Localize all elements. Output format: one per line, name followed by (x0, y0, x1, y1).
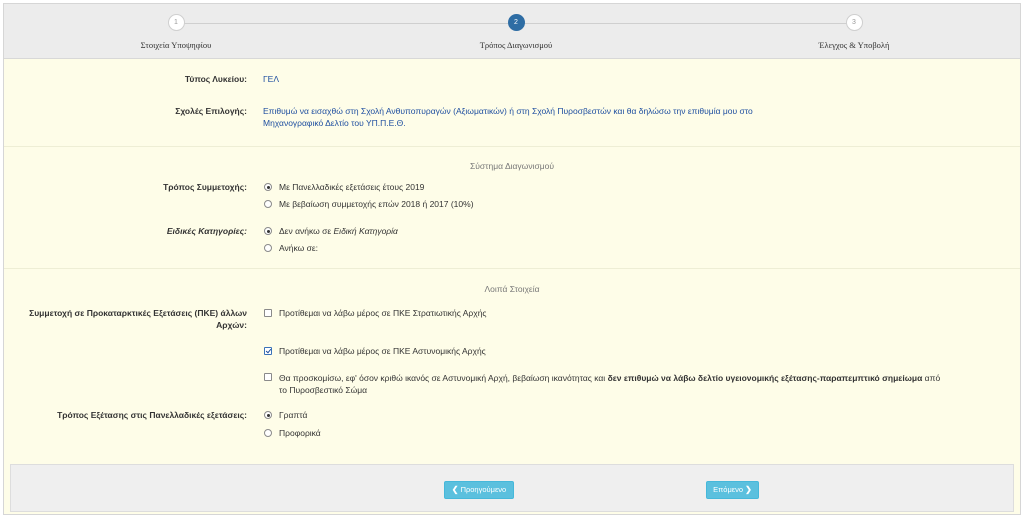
previous-button[interactable]: ❮ Προηγούμενο (444, 481, 514, 499)
checkbox[interactable] (264, 309, 272, 317)
step-1[interactable]: 1 Στοιχεία Υποψηφίου (56, 14, 296, 50)
category-option-none[interactable]: Δεν ανήκω σε Ειδική Κατηγορία (264, 226, 398, 237)
exam-system-section: Σύστημα Διαγωνισμού Τρόπος Συμμετοχής: Μ… (4, 147, 1020, 269)
chevron-left-icon: ❮ (451, 485, 459, 494)
pke-option-military[interactable]: Προτίθεμαι να λάβω μέρος σε ΠΚΕ Στρατιωτ… (264, 308, 487, 319)
exam-mode-option-written[interactable]: Γραπτά (264, 410, 307, 421)
participation-label: Τρόπος Συμμετοχής: (163, 182, 247, 192)
option-label: Με Πανελλαδικές εξετάσεις έτους 2019 (279, 182, 425, 192)
exam-mode-option-oral[interactable]: Προφορικά (264, 428, 321, 439)
next-button-label: Επόμενο (713, 485, 744, 494)
chevron-right-icon: ❯ (745, 485, 752, 494)
form-footer: ❮ Προηγούμενο Επόμενο ❯ (10, 464, 1014, 512)
step-1-label: Στοιχεία Υποψηφίου (140, 40, 212, 50)
step-1-circle: 1 (167, 14, 185, 31)
radio-button[interactable] (264, 244, 272, 252)
step-2-circle: 2 (507, 14, 525, 31)
step-2[interactable]: 2 Τρόπος Διαγωνισμού (396, 14, 636, 50)
option-label: Θα προσκομίσω, εφ' όσον κριθώ ικανός σε … (279, 373, 941, 395)
step-3[interactable]: 3 Έλεγχος & Υποβολή (734, 14, 974, 50)
school-section: Τύπος Λυκείου: ΓΕΛ Σχολές Επιλογής: Επιθ… (4, 59, 1020, 147)
pke-label: Συμμετοχή σε Προκαταρκτικές Εξετάσεις (Π… (29, 308, 247, 330)
option-label: Προτίθεμαι να λάβω μέρος σε ΠΚΕ Στρατιωτ… (279, 308, 487, 318)
participation-option-panhellenic[interactable]: Με Πανελλαδικές εξετάσεις έτους 2019 (264, 182, 424, 193)
health-certificate-option[interactable]: Θα προσκομίσω, εφ' όσον κριθώ ικανός σε … (264, 372, 954, 396)
schools-label: Σχολές Επιλογής: (175, 106, 247, 116)
option-label: Ανήκω σε: (279, 243, 319, 253)
lyceum-value: ΓΕΛ (263, 74, 280, 84)
radio-button[interactable] (264, 200, 272, 208)
pke-option-police[interactable]: Προτίθεμαι να λάβω μέρος σε ΠΚΕ Αστυνομι… (264, 346, 486, 357)
category-option-belongs[interactable]: Ανήκω σε: (264, 243, 318, 254)
checkbox[interactable] (264, 347, 272, 355)
participation-option-certificate[interactable]: Με βεβαίωση συμμετοχής επών 2018 ή 2017 … (264, 199, 474, 210)
categories-label: Ειδικές Κατηγορίες: (166, 226, 247, 236)
radio-button[interactable] (264, 429, 272, 437)
radio-button[interactable] (264, 411, 272, 419)
option-label: Με βεβαίωση συμμετοχής επών 2018 ή 2017 … (279, 199, 474, 209)
exam-mode-label: Τρόπος Εξέτασης στις Πανελλαδικές εξετάσ… (57, 410, 247, 420)
form-frame: 1 Στοιχεία Υποψηφίου 2 Τρόπος Διαγωνισμο… (3, 3, 1021, 515)
schools-value-line2: Μηχανογραφικό Δελτίο του ΥΠ.Π.Ε.Θ. (263, 118, 406, 128)
previous-button-label: Προηγούμενο (460, 485, 507, 494)
option-label: Προφορικά (279, 428, 321, 438)
next-button[interactable]: Επόμενο ❯ (706, 481, 759, 499)
step-2-label: Τρόπος Διαγωνισμού (479, 40, 553, 50)
radio-button[interactable] (264, 183, 272, 191)
checkbox[interactable] (264, 373, 272, 381)
step-3-label: Έλεγχος & Υποβολή (818, 40, 890, 50)
schools-value-line1: Επιθυμώ να εισαχθώ στη Σχολή Ανθυποπυραγ… (263, 106, 753, 116)
lyceum-label: Τύπος Λυκείου: (184, 74, 247, 84)
option-label: Γραπτά (279, 410, 308, 420)
other-title: Λοιπά Στοιχεία (484, 284, 540, 294)
option-label: Δεν ανήκω σε Ειδική Κατηγορία (279, 226, 398, 236)
radio-button[interactable] (264, 227, 272, 235)
step-3-circle: 3 (845, 14, 863, 31)
other-section: Λοιπά Στοιχεία Συμμετοχή σε Προκαταρκτικ… (4, 269, 1020, 454)
exam-system-title: Σύστημα Διαγωνισμού (470, 161, 554, 171)
option-label: Προτίθεμαι να λάβω μέρος σε ΠΚΕ Αστυνομι… (279, 346, 486, 356)
wizard-stepper: 1 Στοιχεία Υποψηφίου 2 Τρόπος Διαγωνισμο… (4, 4, 1020, 59)
